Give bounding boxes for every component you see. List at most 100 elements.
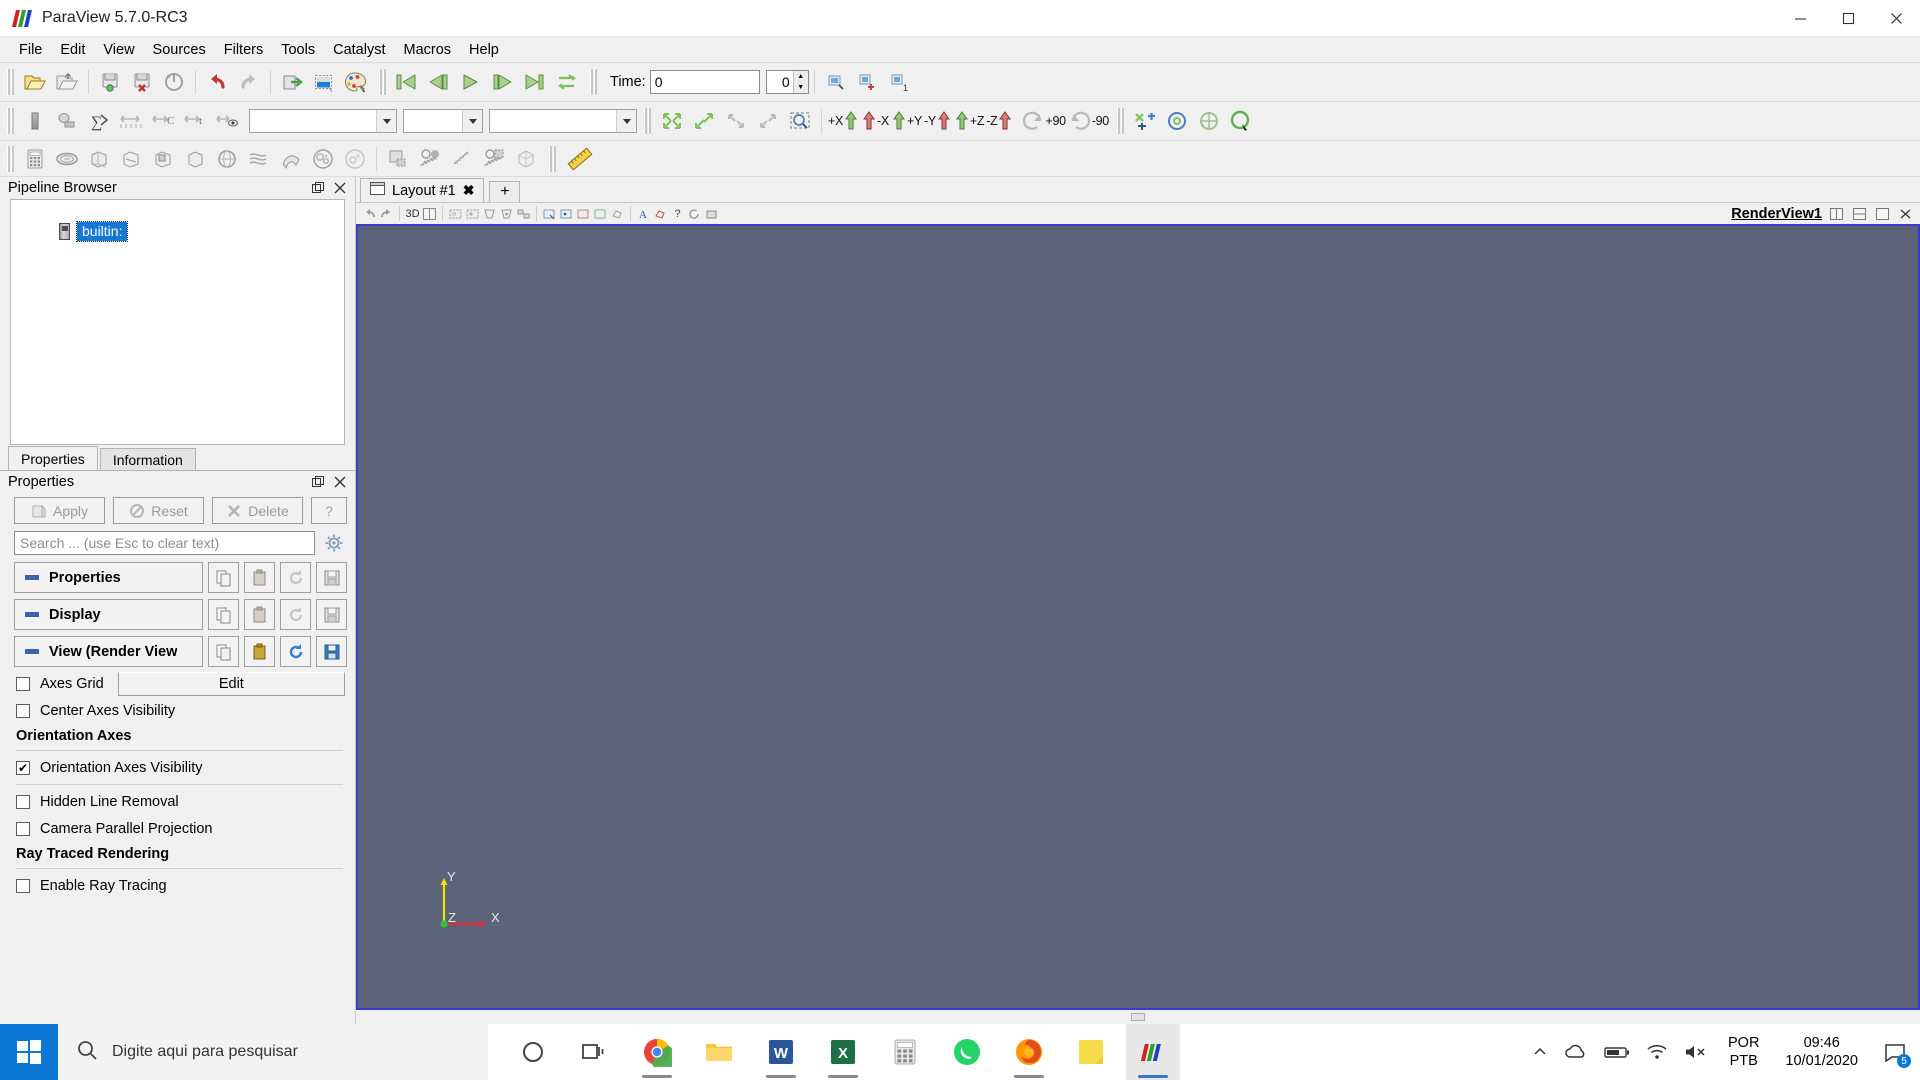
maximize-view-button[interactable]: [1874, 205, 1891, 223]
split-vertical-button[interactable]: [1851, 205, 1868, 223]
zoom-to-data-button[interactable]: [688, 106, 720, 136]
menu-edit[interactable]: Edit: [51, 39, 94, 61]
split-horizontal-icon[interactable]: [421, 205, 438, 223]
toolbar-grip[interactable]: [6, 145, 15, 172]
camera-link-icon[interactable]: [703, 205, 720, 223]
gear-icon[interactable]: [321, 531, 347, 555]
plot-over-time-button[interactable]: [414, 144, 446, 174]
show-hidden-icons-chevron[interactable]: [1532, 1044, 1548, 1060]
rotate-minus-90-button[interactable]: -90: [1067, 107, 1110, 135]
rescale-to-visible-range-button[interactable]: C: [147, 106, 179, 136]
copy-icon[interactable]: [208, 636, 239, 667]
zoom-closest-to-data-button[interactable]: [752, 106, 784, 136]
resize-grip-icon[interactable]: [1131, 1013, 1145, 1021]
interactive-select-cells-icon[interactable]: [541, 205, 558, 223]
select-blocks-icon[interactable]: [515, 205, 532, 223]
maximize-button[interactable]: [1824, 0, 1872, 37]
calculator-filter-button[interactable]: [19, 144, 51, 174]
zoom-to-box-button[interactable]: [784, 106, 816, 136]
language-indicator[interactable]: POR PTB: [1724, 1034, 1763, 1070]
apply-button[interactable]: Apply: [14, 497, 105, 524]
orientation-axes-visibility-checkbox[interactable]: [16, 760, 30, 775]
tab-properties[interactable]: Properties: [8, 446, 98, 470]
show-center-button[interactable]: [1129, 106, 1161, 136]
view-resize-handle[interactable]: [356, 1010, 1920, 1024]
firefox-icon[interactable]: [1002, 1024, 1056, 1080]
menu-help[interactable]: Help: [460, 39, 508, 61]
restore-defaults-icon[interactable]: [280, 636, 311, 667]
array-selector-combo[interactable]: [249, 109, 397, 133]
pipeline-close-icon[interactable]: [333, 182, 346, 195]
previous-frame-button[interactable]: [423, 67, 455, 97]
minimize-button[interactable]: [1776, 0, 1824, 37]
section-view-header[interactable]: View (Render View: [14, 636, 203, 667]
chevron-down-icon[interactable]: [462, 110, 482, 132]
extract-level-filter-button[interactable]: [339, 144, 371, 174]
clip-filter-button[interactable]: [83, 144, 115, 174]
menu-sources[interactable]: Sources: [144, 39, 215, 61]
edit-text-icon[interactable]: A: [635, 205, 652, 223]
toolbar-grip[interactable]: [1116, 108, 1125, 134]
save-defaults-icon[interactable]: [316, 562, 347, 593]
loop-button[interactable]: [551, 67, 583, 97]
restore-defaults-icon[interactable]: [280, 562, 311, 593]
time-inspector-button[interactable]: [820, 67, 852, 97]
section-display-header[interactable]: Display: [14, 599, 203, 630]
extract-block-button[interactable]: [510, 144, 542, 174]
word-icon[interactable]: W: [754, 1024, 808, 1080]
sticky-notes-icon[interactable]: [1064, 1024, 1118, 1080]
reset-camera-button[interactable]: [656, 106, 688, 136]
section-properties-header[interactable]: Properties: [14, 562, 203, 593]
layout-tab-1[interactable]: Layout #1 ✖: [360, 178, 485, 202]
camera-parallel-projection-checkbox[interactable]: [16, 821, 30, 836]
properties-undock-icon[interactable]: [311, 476, 324, 489]
help-icon[interactable]: ?: [669, 205, 686, 223]
menu-catalyst[interactable]: Catalyst: [324, 39, 394, 61]
redo-button[interactable]: [233, 67, 265, 97]
menu-macros[interactable]: Macros: [394, 39, 460, 61]
hidden-line-removal-checkbox[interactable]: [16, 794, 30, 809]
onedrive-cloud-icon[interactable]: [1564, 1043, 1588, 1061]
select-frustum-cells-icon[interactable]: [481, 205, 498, 223]
recent-files-button[interactable]: [51, 67, 83, 97]
select-surface-cells-icon[interactable]: [447, 205, 464, 223]
slice-filter-button[interactable]: [115, 144, 147, 174]
rescale-to-data-range-over-time-button[interactable]: [211, 106, 243, 136]
rotate-plus-90-button[interactable]: +90: [1020, 107, 1066, 135]
split-horizontal-button[interactable]: [1828, 205, 1845, 223]
extract-subset-filter-button[interactable]: [179, 144, 211, 174]
set-view-plus-y-button[interactable]: +Y: [890, 107, 923, 135]
set-view-minus-y-button[interactable]: -Y: [923, 107, 953, 135]
menu-filters[interactable]: Filters: [215, 39, 272, 61]
action-center-icon[interactable]: 5: [1880, 1037, 1911, 1068]
menu-tools[interactable]: Tools: [272, 39, 324, 61]
close-view-button[interactable]: [1897, 205, 1914, 223]
toolbar-grip[interactable]: [6, 69, 15, 95]
menu-file[interactable]: File: [10, 39, 51, 61]
save-defaults-icon[interactable]: [316, 636, 347, 667]
reset-button[interactable]: Reset: [113, 497, 204, 524]
chevron-down-icon[interactable]: [616, 110, 636, 132]
hover-cells-icon[interactable]: [575, 205, 592, 223]
reset-camera-closest-button[interactable]: [720, 106, 752, 136]
pick-center-button[interactable]: [1161, 106, 1193, 136]
whatsapp-icon[interactable]: [940, 1024, 994, 1080]
threshold-filter-button[interactable]: [147, 144, 179, 174]
show-color-legend-button[interactable]: [19, 106, 51, 136]
plot-over-line-button[interactable]: [446, 144, 478, 174]
paste-icon[interactable]: [244, 562, 275, 593]
copy-icon[interactable]: [208, 599, 239, 630]
rescale-to-custom-range-button[interactable]: [115, 106, 147, 136]
restore-defaults-icon[interactable]: [280, 599, 311, 630]
chrome-icon[interactable]: [630, 1024, 684, 1080]
cortana-icon[interactable]: [506, 1024, 560, 1080]
set-view-minus-x-button[interactable]: -X: [860, 107, 890, 135]
close-button[interactable]: [1872, 0, 1920, 37]
redo-camera-icon[interactable]: [378, 205, 395, 223]
reset-session-button[interactable]: [158, 67, 190, 97]
plot-data-button[interactable]: [382, 144, 414, 174]
excel-icon[interactable]: X: [816, 1024, 870, 1080]
set-view-plus-x-button[interactable]: +X: [827, 107, 860, 135]
save-state-button[interactable]: [94, 67, 126, 97]
paste-icon[interactable]: [244, 636, 275, 667]
